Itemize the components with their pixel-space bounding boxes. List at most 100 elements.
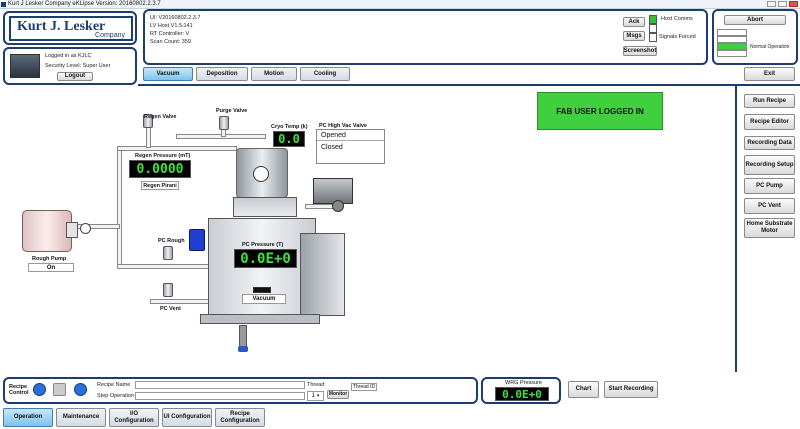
run-recipe-button[interactable]: Run Recipe — [744, 94, 795, 108]
status-bar-2 — [717, 36, 747, 43]
recipe-name-field[interactable] — [135, 381, 305, 389]
wrg-pressure-label: WRG Pressure — [505, 380, 542, 386]
cryo-temp-label: Cryo Temp (k) — [271, 124, 308, 130]
window-controls — [767, 1, 798, 7]
signals-forced-label: Signals Forced — [659, 34, 696, 40]
chart-button[interactable]: Chart — [568, 381, 599, 398]
monitor-button[interactable]: Monitor — [327, 390, 349, 399]
tab-motion[interactable]: Motion — [251, 67, 297, 81]
recipe-step-icon[interactable] — [74, 383, 87, 396]
recipe-control-label: Recipe Control — [9, 384, 29, 396]
wrg-panel: WRG Pressure 0.0E+0 — [481, 377, 561, 404]
tab-deposition[interactable]: Deposition — [196, 67, 248, 81]
chevron-down-icon: ▾ — [316, 393, 320, 399]
wrg-pressure-readout: 0.0E+0 — [495, 387, 549, 401]
rough-pump-label: Rough Pump — [32, 256, 67, 262]
logged-in-text: Logged in as KJLC — [45, 53, 92, 59]
minimize-icon[interactable] — [767, 1, 776, 7]
regen-pirani-label: Regen Pirani — [141, 181, 179, 190]
window-title: Kurt J Lesker Company eKLipse Version: 2… — [8, 1, 161, 7]
vacuum-status-label: Vacuum — [242, 294, 286, 304]
status-panel: Abort Normal Operation — [712, 9, 798, 65]
pc-hivac-status-box: Opened Closed — [316, 129, 385, 164]
rough-line-vertical — [117, 150, 122, 268]
recording-data-button[interactable]: Recording Data — [744, 136, 795, 150]
status-bar-normal — [717, 43, 747, 50]
screenshot-button[interactable]: Screenshot — [623, 46, 657, 56]
start-recording-button[interactable]: Start Recording — [604, 381, 658, 398]
chamber-stem — [239, 325, 247, 347]
tab-ui-configuration[interactable]: UI Configuration — [162, 408, 212, 427]
chamber-side-flange — [300, 233, 345, 316]
pc-pressure-label: PC Pressure (T) — [242, 242, 284, 248]
ack-button[interactable]: Ack — [623, 17, 645, 27]
info-line-ui-version: UI: V20160802.2.3.7 — [150, 15, 201, 21]
regen-pressure-readout: 0.0000 — [129, 160, 191, 178]
logo-sub: Company — [95, 32, 125, 39]
thread-label: Thread — [307, 382, 325, 388]
status-bar-1 — [717, 29, 747, 36]
thread-select[interactable]: 1 ▾ — [307, 391, 324, 401]
mode-label: Normal Operation — [750, 44, 790, 50]
info-line-rt-controller: RT Controller: V — [150, 31, 190, 37]
user-panel: Logged in as KJLC Security Level: Super … — [3, 47, 137, 85]
status-bar-4 — [717, 50, 747, 57]
machine-photo — [10, 54, 40, 78]
logout-button[interactable]: Logout — [57, 72, 93, 81]
recipe-pause-icon[interactable] — [53, 383, 66, 396]
load-lock-door-icon[interactable] — [189, 229, 205, 251]
recipe-run-icon[interactable] — [33, 383, 46, 396]
actuator-knob-icon — [332, 200, 344, 212]
tab-operation[interactable]: Operation — [3, 408, 53, 427]
stem-motor-icon — [238, 346, 248, 352]
tab-vacuum[interactable]: Vacuum — [143, 67, 193, 81]
gauge-line — [305, 204, 335, 209]
tab-recipe-configuration[interactable]: Recipe Configuration — [215, 408, 265, 427]
recipe-editor-button[interactable]: Recipe Editor — [744, 114, 795, 130]
abort-button[interactable]: Abort — [724, 15, 786, 25]
rough-pump-state: On — [28, 263, 74, 272]
tab-io-configuration[interactable]: I/O Configuration — [109, 408, 159, 427]
msgs-button[interactable]: Msgs — [623, 31, 645, 41]
security-level-text: Security Level: Super User — [45, 63, 111, 69]
system-info-panel: UI: V20160802.2.3.7 LV Host V1.5.141 RT … — [143, 9, 708, 65]
step-operation-field[interactable] — [135, 392, 305, 400]
tab-cooling[interactable]: Cooling — [300, 67, 350, 81]
info-line-lv-host: LV Host V1.5.141 — [150, 23, 193, 29]
chamber-base — [200, 314, 320, 324]
purge-valve-icon[interactable] — [219, 116, 229, 130]
purge-valve-label: Purge Valve — [216, 108, 248, 114]
indicator-empty-1 — [649, 24, 657, 33]
company-logo: Kurt J. Lesker Company — [9, 16, 133, 41]
pc-pump-button[interactable]: PC Pump — [744, 178, 795, 194]
close-icon[interactable] — [789, 1, 798, 7]
recording-setup-button[interactable]: Recording Setup — [744, 155, 795, 175]
app-icon — [1, 2, 6, 7]
pc-vent-button[interactable]: PC Vent — [744, 198, 795, 214]
host-comms-indicator — [649, 15, 657, 24]
hivac-actuator — [313, 178, 353, 204]
vacuum-indicator — [253, 287, 271, 293]
home-substrate-motor-button[interactable]: Home Substrate Motor — [744, 218, 795, 238]
pc-vent-valve-icon[interactable] — [163, 283, 173, 297]
sidebar-frame — [737, 84, 800, 86]
pc-pressure-readout: 0.0E+0 — [234, 249, 297, 268]
recipe-control-panel: Recipe Control Recipe Name Step Operatio… — [3, 377, 478, 404]
window-titlebar: Kurt J Lesker Company eKLipse Version: 2… — [0, 0, 800, 9]
thread-select-value: 1 — [311, 393, 315, 399]
maximize-icon[interactable] — [778, 1, 787, 7]
chamber-lid — [233, 197, 297, 217]
rough-pump-flange — [66, 222, 78, 238]
rough-pump-body — [22, 210, 72, 252]
pc-rough-valve-icon[interactable] — [163, 246, 173, 260]
logo-name: Kurt J. Lesker — [17, 19, 106, 34]
cryo-temp-readout: 0.0 — [273, 131, 305, 147]
tab-maintenance[interactable]: Maintenance — [56, 408, 106, 427]
regen-line — [117, 146, 237, 151]
recipe-name-label: Recipe Name — [97, 382, 131, 388]
pc-rough-label: PC Rough — [158, 238, 185, 244]
exit-button[interactable]: Exit — [744, 67, 795, 81]
logo-panel: Kurt J. Lesker Company — [3, 11, 137, 45]
signals-forced-indicator — [649, 33, 657, 42]
regen-valve-label: Regen Valve — [144, 114, 177, 120]
